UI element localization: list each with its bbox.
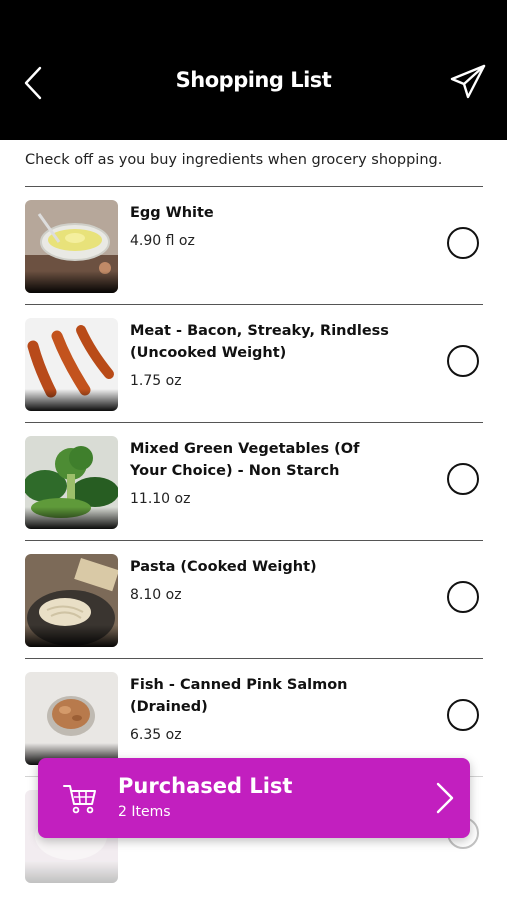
shopping-cart-icon <box>63 785 96 814</box>
purchased-count: 2 Items <box>118 804 171 820</box>
item-name: Mixed Green Vegetables (Of Your Choice) … <box>130 441 360 479</box>
egg-white-image <box>25 200 118 293</box>
salmon-image <box>25 672 118 765</box>
item-name: Egg White <box>130 205 214 221</box>
item-quantity: 6.35 oz <box>130 727 182 743</box>
item-quantity: 8.10 oz <box>130 587 182 603</box>
list-item: Pasta (Cooked Weight) 8.10 oz <box>25 540 483 658</box>
item-quantity: 11.10 oz <box>130 491 191 507</box>
check-circle[interactable] <box>447 463 479 495</box>
list-item: Egg White 4.90 fl oz <box>25 186 483 304</box>
item-quantity: 1.75 oz <box>130 373 182 389</box>
purchased-list-title: Purchased List <box>118 774 293 798</box>
purchased-list-button[interactable]: Purchased List 2 Items <box>38 758 470 838</box>
vegetables-image <box>25 436 118 529</box>
chevron-right-icon <box>436 782 454 814</box>
list-item: Meat - Bacon, Streaky, Rindless (Uncooke… <box>25 304 483 422</box>
check-circle[interactable] <box>447 581 479 613</box>
item-name: Fish - Canned Pink Salmon (Drained) <box>130 677 348 715</box>
item-quantity: 4.90 fl oz <box>130 233 195 249</box>
list-item: Mixed Green Vegetables (Of Your Choice) … <box>25 422 483 540</box>
pasta-image <box>25 554 118 647</box>
item-name: Meat - Bacon, Streaky, Rindless (Uncooke… <box>130 323 389 361</box>
instructions-text: Check off as you buy ingredients when gr… <box>25 152 443 168</box>
check-circle[interactable] <box>447 345 479 377</box>
check-circle[interactable] <box>447 227 479 259</box>
bacon-image <box>25 318 118 411</box>
send-icon[interactable] <box>448 62 488 102</box>
check-circle[interactable] <box>447 699 479 731</box>
item-name: Pasta (Cooked Weight) <box>130 559 317 575</box>
app-header: Shopping List <box>0 0 507 140</box>
page-title: Shopping List <box>175 68 332 92</box>
